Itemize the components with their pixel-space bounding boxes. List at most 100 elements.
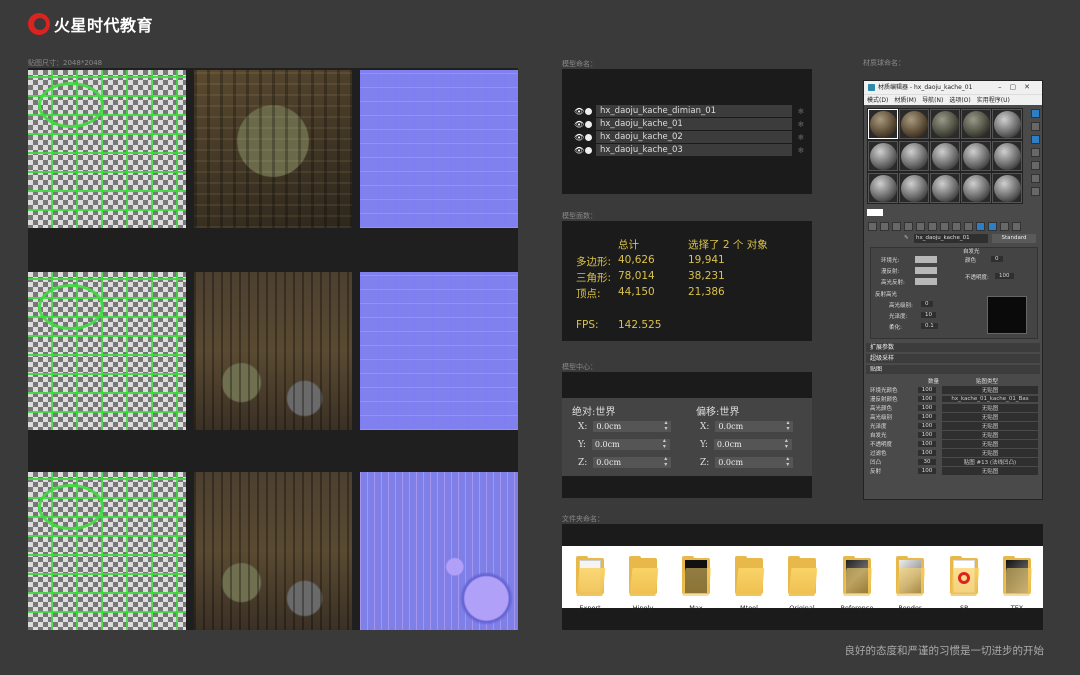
menu-options[interactable]: 选项(O) — [949, 95, 970, 105]
menu-utilities[interactable]: 实用程序(U) — [977, 95, 1010, 105]
select-by-material-tool[interactable] — [1000, 222, 1009, 231]
map-amount-spinner[interactable]: 100 — [918, 414, 936, 420]
put-to-scene-tool[interactable] — [880, 222, 889, 231]
sample-slot[interactable] — [899, 109, 929, 139]
material-id-tool[interactable] — [940, 222, 949, 231]
rollout-maps[interactable]: 贴图 — [866, 365, 1040, 374]
put-to-library-tool[interactable] — [928, 222, 937, 231]
map-slot-button[interactable]: 无贴图 — [942, 449, 1038, 457]
reset-map-tool[interactable] — [904, 222, 913, 231]
layer-row[interactable]: 👁 hx_daoju_kache_02 ❄ — [574, 131, 810, 143]
folder-mtool[interactable]: Mtool — [726, 556, 772, 612]
show-shaded-tool[interactable] — [952, 222, 961, 231]
folder-tex[interactable]: TEX — [994, 556, 1040, 612]
map-amount-spinner[interactable]: 100 — [918, 450, 936, 456]
sample-slot[interactable] — [930, 141, 960, 171]
map-amount-spinner[interactable]: 100 — [918, 432, 936, 438]
map-slot-button[interactable]: 无贴图 — [942, 467, 1038, 475]
sample-slot[interactable] — [992, 109, 1022, 139]
sample-slot[interactable] — [868, 173, 898, 203]
render-dot-icon[interactable] — [585, 146, 592, 154]
map-amount-spinner[interactable]: 100 — [918, 441, 936, 447]
color-spinner[interactable]: 0 — [991, 256, 1003, 262]
go-forward-tool[interactable] — [988, 222, 997, 231]
ambient-swatch[interactable] — [915, 256, 937, 263]
show-end-result-tool[interactable] — [964, 222, 973, 231]
make-preview-tool[interactable] — [1031, 174, 1040, 183]
map-slot-button[interactable]: 无贴图 — [942, 404, 1038, 412]
layer-row[interactable]: 👁 hx_daoju_kache_01 ❄ — [574, 118, 810, 130]
menu-navigation[interactable]: 导航(N) — [922, 95, 943, 105]
sample-slot[interactable] — [868, 141, 898, 171]
map-slot-button[interactable]: 无贴图 — [942, 431, 1038, 439]
rollout-extended-params[interactable]: 扩展参数 — [866, 343, 1040, 352]
absolute-y-spinner[interactable]: 0.0cm — [591, 438, 670, 450]
opacity-spinner[interactable]: 100 — [995, 273, 1014, 279]
folder-sp[interactable]: SP — [941, 556, 987, 612]
eye-icon[interactable]: 👁 — [574, 120, 584, 129]
freeze-icon[interactable]: ❄ — [792, 133, 810, 142]
offset-x-spinner[interactable]: 0.0cm — [715, 420, 794, 432]
map-amount-spinner[interactable]: 100 — [918, 423, 936, 429]
freeze-icon[interactable]: ❄ — [792, 120, 810, 129]
folder-original[interactable]: Original — [779, 556, 825, 612]
eyedropper-icon[interactable]: ✎ — [904, 235, 909, 241]
window-controls[interactable]: –▢✕ — [998, 81, 1038, 94]
sample-slot[interactable] — [930, 109, 960, 139]
get-material-tool[interactable] — [868, 222, 877, 231]
sample-slot[interactable] — [961, 141, 991, 171]
menu-mode[interactable]: 模式(D) — [867, 95, 888, 105]
assign-material-tool[interactable] — [892, 222, 901, 231]
sample-type-tool[interactable] — [1031, 109, 1040, 118]
absolute-z-spinner[interactable]: 0.0cm — [593, 456, 672, 468]
offset-y-spinner[interactable]: 0.0cm — [713, 438, 792, 450]
diffuse-swatch[interactable] — [915, 267, 937, 274]
soften-spinner[interactable]: 0.1 — [921, 323, 938, 329]
sample-slot[interactable] — [868, 109, 898, 139]
map-slot-button[interactable]: 无贴图 — [942, 386, 1038, 394]
map-amount-spinner[interactable]: 100 — [918, 387, 936, 393]
eye-icon[interactable]: 👁 — [574, 107, 584, 116]
render-dot-icon[interactable] — [585, 120, 592, 128]
material-type-button[interactable]: Standard — [992, 234, 1036, 243]
render-dot-icon[interactable] — [585, 107, 592, 115]
go-to-parent-tool[interactable] — [976, 222, 985, 231]
map-slot-button[interactable]: hx_kache_01_kache_01_Bas — [942, 396, 1038, 402]
sample-slot[interactable] — [899, 173, 929, 203]
background-tool[interactable] — [1031, 135, 1040, 144]
folder-export[interactable]: Export — [567, 556, 613, 612]
eye-icon[interactable]: 👁 — [574, 133, 584, 142]
map-slot-button[interactable]: 贴图 #13 (法线凹凸) — [942, 458, 1038, 466]
rollout-supersampling[interactable]: 超级采样 — [866, 354, 1040, 363]
video-check-tool[interactable] — [1031, 161, 1040, 170]
folder-hipoly[interactable]: Hipoly — [620, 556, 666, 612]
options-tool[interactable] — [1031, 187, 1040, 196]
folder-render[interactable]: Render — [887, 556, 933, 612]
sample-slot[interactable] — [899, 141, 929, 171]
sample-slot[interactable] — [992, 173, 1022, 203]
sample-slot[interactable] — [961, 173, 991, 203]
material-navigator-tool[interactable] — [1012, 222, 1021, 231]
map-amount-spinner[interactable]: 100 — [918, 405, 936, 411]
freeze-icon[interactable]: ❄ — [792, 146, 810, 155]
material-name-field[interactable]: hx_daoju_kache_01 — [914, 234, 988, 243]
specular-level-spinner[interactable]: 0 — [921, 301, 933, 307]
eye-icon[interactable]: 👁 — [574, 146, 584, 155]
map-amount-spinner[interactable]: 100 — [918, 396, 936, 402]
menu-material[interactable]: 材质(M) — [894, 95, 916, 105]
sample-slot[interactable] — [961, 109, 991, 139]
layer-row[interactable]: 👁 hx_daoju_kache_dimian_01 ❄ — [574, 105, 810, 117]
map-amount-spinner[interactable]: 30 — [918, 459, 936, 465]
map-slot-button[interactable]: 无贴图 — [942, 413, 1038, 421]
uv-tiling-tool[interactable] — [1031, 148, 1040, 157]
map-slot-button[interactable]: 无贴图 — [942, 422, 1038, 430]
layer-row[interactable]: 👁 hx_daoju_kache_03 ❄ — [574, 144, 810, 156]
freeze-icon[interactable]: ❄ — [792, 107, 810, 116]
render-dot-icon[interactable] — [585, 133, 592, 141]
map-amount-spinner[interactable]: 100 — [918, 468, 936, 474]
folder-reference[interactable]: Reference — [834, 556, 880, 612]
offset-z-spinner[interactable]: 0.0cm — [715, 456, 794, 468]
specular-swatch[interactable] — [915, 278, 937, 285]
map-slot-button[interactable]: 无贴图 — [942, 440, 1038, 448]
folder-max[interactable]: Max — [673, 556, 719, 612]
